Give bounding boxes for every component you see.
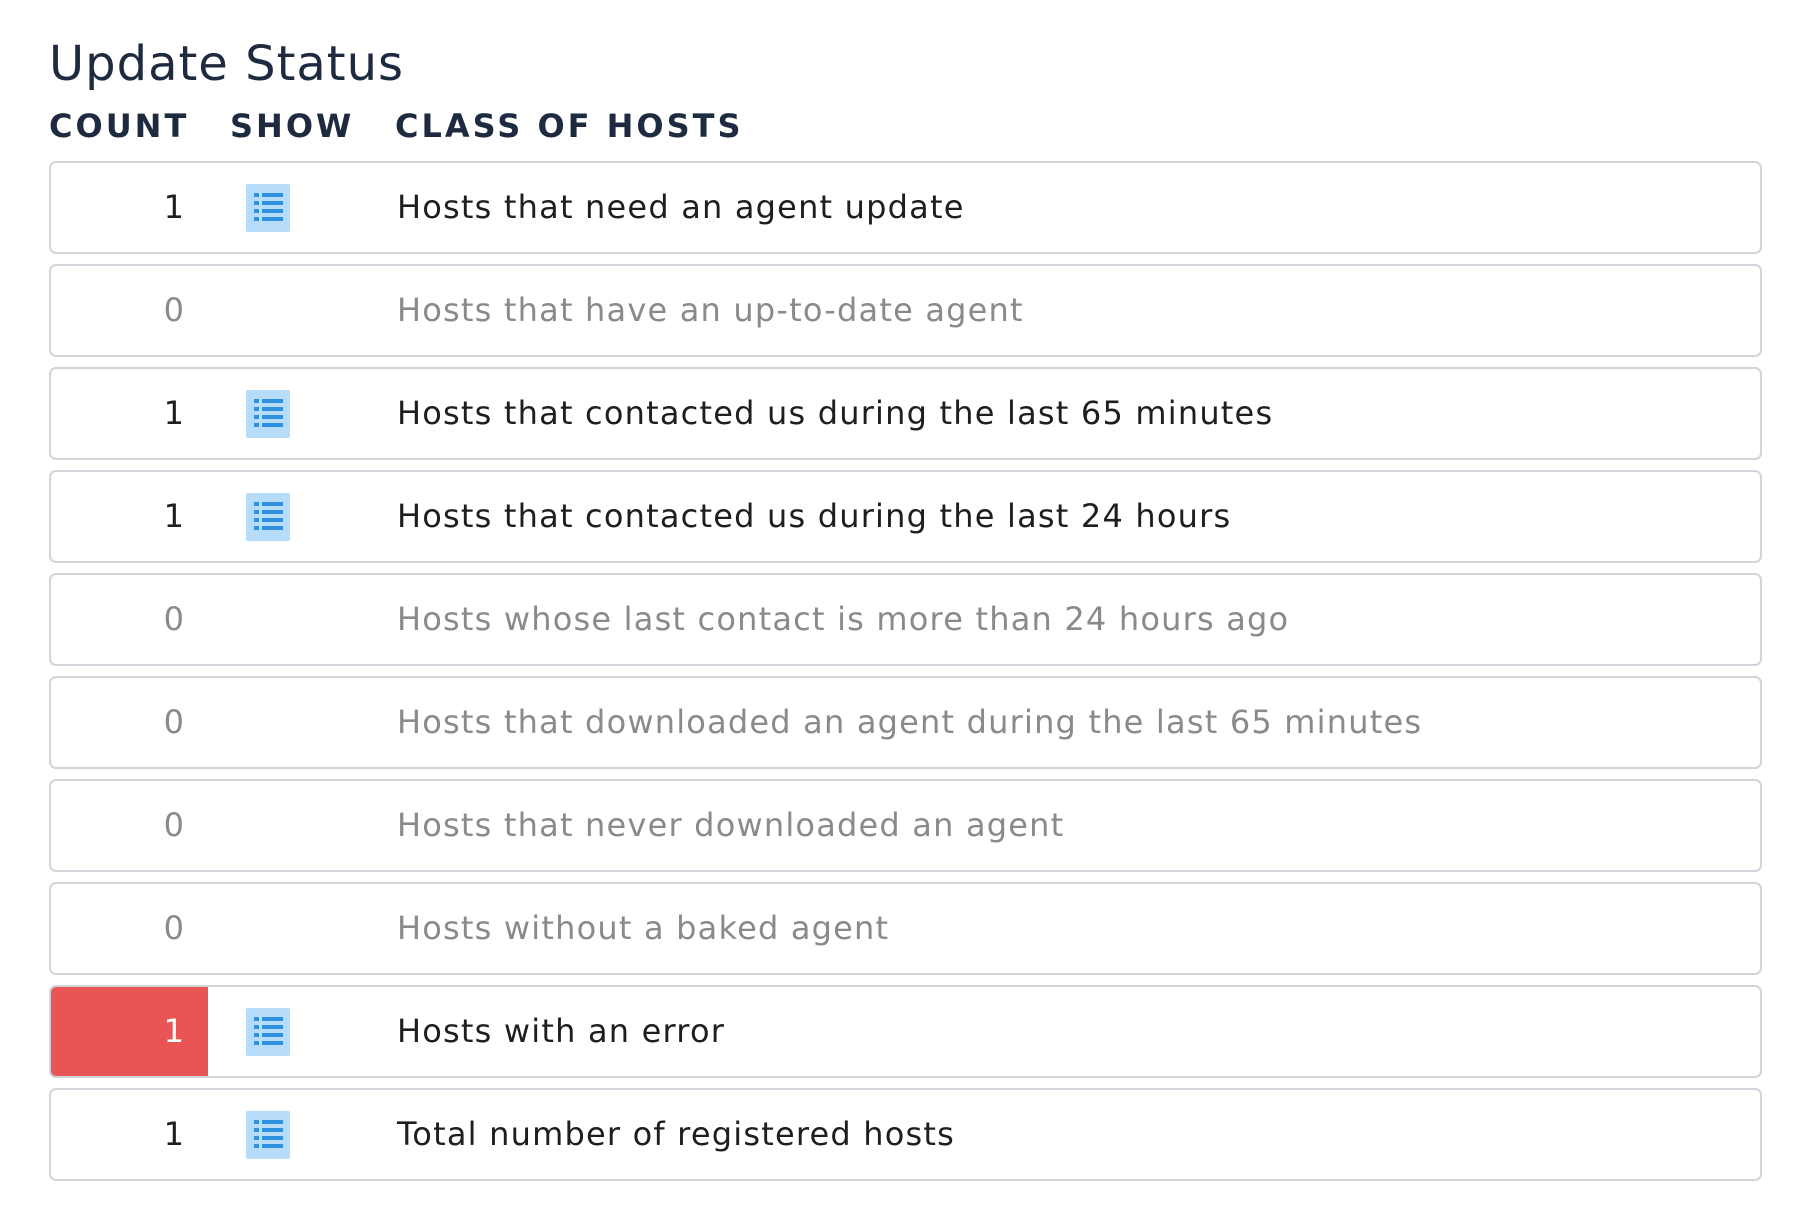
table-row: 1 Total number of registered hosts [49, 1088, 1762, 1181]
class-of-hosts-cell: Hosts that have an up-to-date agent [397, 291, 1024, 329]
count-cell: 1 [163, 188, 184, 226]
page-title: Update Status [49, 36, 405, 92]
table-row: 0 Hosts that have an up-to-date agent [49, 264, 1762, 357]
list-icon[interactable] [246, 1008, 290, 1056]
class-of-hosts-cell: Total number of registered hosts [397, 1115, 956, 1153]
error-count-cell: 1 [51, 987, 208, 1076]
show-cell [246, 184, 290, 232]
class-of-hosts-cell: Hosts whose last contact is more than 24… [397, 600, 1290, 638]
list-icon[interactable] [246, 390, 290, 438]
show-cell [246, 287, 290, 335]
column-header-show: SHOW [230, 107, 355, 145]
count-cell: 0 [163, 909, 184, 947]
table-row: 0 Hosts that never downloaded an agent [49, 779, 1762, 872]
count-cell: 1 [163, 394, 184, 432]
count-cell: 0 [163, 291, 184, 329]
class-of-hosts-cell: Hosts that need an agent update [397, 188, 965, 226]
table-row: 0 Hosts without a baked agent [49, 882, 1762, 975]
column-header-class-of-hosts: CLASS OF HOSTS [395, 107, 744, 145]
count-cell: 1 [163, 1115, 184, 1153]
table-row: 0 Hosts whose last contact is more than 2… [49, 573, 1762, 666]
show-cell [246, 390, 290, 438]
show-cell [246, 699, 290, 747]
show-cell [246, 596, 290, 644]
class-of-hosts-cell: Hosts that downloaded an agent during th… [397, 703, 1423, 741]
class-of-hosts-cell: Hosts that contacted us during the last … [397, 497, 1232, 535]
table-row: 0 Hosts that downloaded an agent during t… [49, 676, 1762, 769]
class-of-hosts-cell: Hosts with an error [397, 1012, 726, 1050]
table-row: 1 Hosts that need an agent update [49, 161, 1762, 254]
class-of-hosts-cell: Hosts that contacted us during the last … [397, 394, 1274, 432]
class-of-hosts-cell: Hosts that never downloaded an agent [397, 806, 1065, 844]
show-cell [246, 802, 290, 850]
status-table: 1 Hosts that need an agent update 0 Hosts … [49, 161, 1762, 1191]
count-cell: 0 [163, 806, 184, 844]
table-row: 1 Hosts with an error [49, 985, 1762, 1078]
table-row: 1 Hosts that contacted us during the last… [49, 470, 1762, 563]
count-cell: 0 [163, 703, 184, 741]
show-cell [246, 1111, 290, 1159]
count-cell: 0 [163, 600, 184, 638]
table-header: COUNT SHOW CLASS OF HOSTS [49, 106, 1759, 146]
show-cell [246, 1008, 290, 1056]
column-header-count: COUNT [49, 107, 190, 145]
show-cell [246, 493, 290, 541]
count-cell: 1 [163, 497, 184, 535]
list-icon[interactable] [246, 184, 290, 232]
class-of-hosts-cell: Hosts without a baked agent [397, 909, 890, 947]
show-cell [246, 905, 290, 953]
list-icon[interactable] [246, 493, 290, 541]
list-icon[interactable] [246, 1111, 290, 1159]
table-row: 1 Hosts that contacted us during the last… [49, 367, 1762, 460]
update-status-page: Update Status COUNT SHOW CLASS OF HOSTS … [0, 0, 1800, 1220]
